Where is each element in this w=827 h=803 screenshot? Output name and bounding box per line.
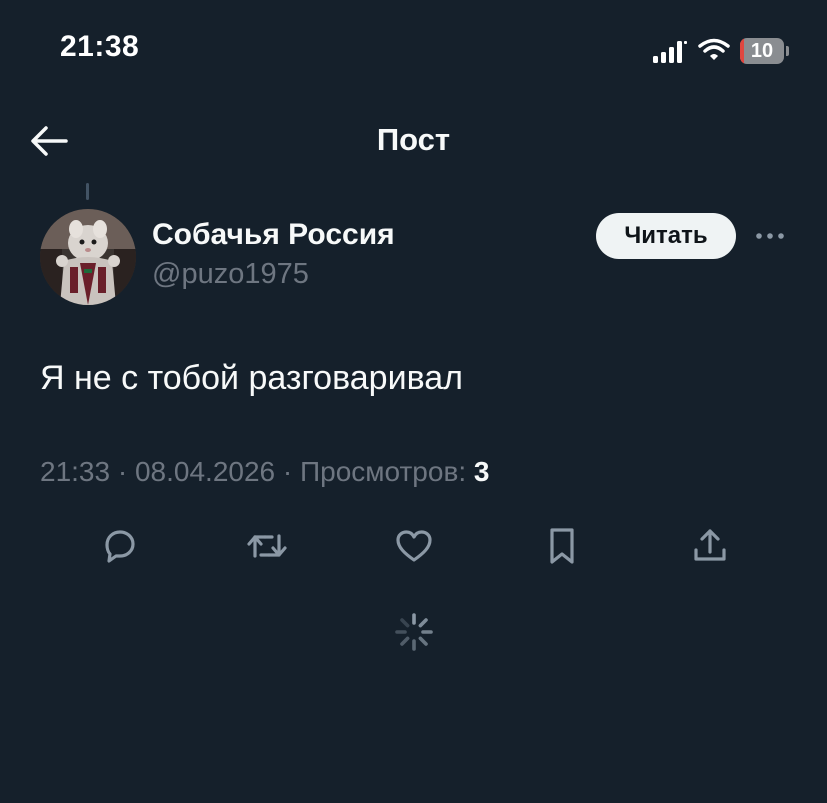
views-label: Просмотров: <box>300 456 467 487</box>
thread-line <box>86 183 89 200</box>
follow-button[interactable]: Читать <box>596 213 736 259</box>
post-screen: 21:38 10 Пост Собачья Россия @puzo1975 Ч… <box>0 0 827 803</box>
meta-separator: · <box>282 456 300 487</box>
post-text: Я не с тобой разговаривал <box>40 359 464 397</box>
loading-spinner-icon <box>395 613 433 651</box>
bookmark-button[interactable] <box>539 524 585 568</box>
reply-icon <box>105 530 135 563</box>
post-date: 08.04.2026 <box>134 456 276 487</box>
cellular-signal-icon <box>653 41 687 63</box>
more-options-button[interactable] <box>752 222 788 250</box>
battery-tip <box>786 46 789 56</box>
reply-button[interactable] <box>96 524 142 568</box>
bookmark-icon <box>550 528 574 564</box>
page-title: Пост <box>376 122 451 157</box>
heart-icon <box>396 530 432 562</box>
repost-button[interactable] <box>244 524 290 568</box>
wifi-icon <box>698 38 730 60</box>
author-name[interactable]: Собачья Россия <box>152 218 395 252</box>
like-button[interactable] <box>391 524 437 568</box>
battery-icon: 10 <box>740 38 784 64</box>
status-indicators: 10 <box>652 34 792 66</box>
repost-icon <box>247 534 287 558</box>
avatar-image <box>40 209 136 305</box>
status-time: 21:38 <box>60 30 140 63</box>
author-handle[interactable]: @puzo1975 <box>152 258 309 291</box>
share-button[interactable] <box>687 524 733 568</box>
post-meta: 21:33 · 08.04.2026 · Просмотров: 3 <box>40 456 489 488</box>
share-icon <box>694 529 726 561</box>
post-time: 21:33 <box>40 456 111 487</box>
views-count[interactable]: 3 <box>474 456 490 487</box>
avatar[interactable] <box>40 209 136 305</box>
meta-separator: · <box>117 456 135 487</box>
more-icon <box>756 233 784 239</box>
battery-level: 10 <box>750 40 774 62</box>
